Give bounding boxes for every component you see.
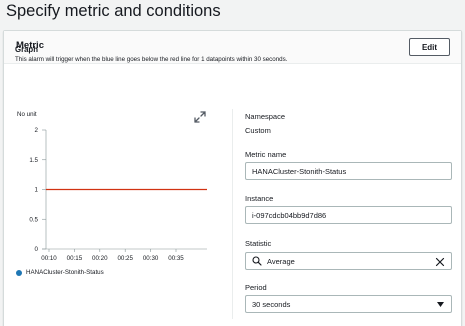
statistic-search-field[interactable]: Average [245, 252, 452, 270]
clear-icon[interactable] [435, 257, 445, 267]
metric-name-field[interactable]: HANACluster-Stonith-Status [245, 162, 452, 180]
graph-title: Graph [15, 45, 38, 54]
period-select[interactable]: 30 seconds [245, 295, 452, 313]
metric-name-value: HANACluster-Stonith-Status [252, 166, 347, 176]
instance-label: Instance [245, 194, 274, 203]
namespace-label: Namespace [245, 112, 286, 121]
instance-value: i-097cdcb04bb9d7d86 [252, 210, 327, 220]
statistic-value: Average [267, 256, 295, 266]
x-tick-label: 00:10 [41, 255, 57, 262]
y-tick-label: 1 [35, 187, 39, 194]
metric-chart: 2 1.5 1 0.5 000:10 00:15 00:20 00:25 00:30 00:35 [29, 127, 207, 262]
legend-swatch [16, 269, 22, 276]
x-tick-label: 00:35 [168, 255, 184, 262]
y-tick-label: 0.5 [29, 216, 38, 223]
period-value: 30 seconds [252, 299, 291, 309]
edit-button[interactable]: Edit [409, 38, 450, 56]
instance-field[interactable]: i-097cdcb04bb9d7d86 [245, 206, 452, 224]
x-tick-label: 00:20 [92, 255, 108, 262]
statistic-label: Statistic [245, 239, 272, 248]
namespace-value: Custom [245, 126, 271, 135]
period-label: Period [245, 283, 267, 292]
search-icon [252, 256, 262, 266]
metric-name-label: Metric name [245, 150, 287, 159]
column-divider [232, 109, 233, 319]
x-tick-label: 00:15 [67, 255, 83, 262]
y-axis-unit-label: No unit [17, 111, 37, 118]
y-tick-label: 2 [35, 127, 39, 134]
caret-down-icon [437, 302, 444, 307]
legend-label: HANACluster-Stonith-Status [26, 269, 104, 276]
x-tick-label: 00:30 [143, 255, 159, 262]
y-tick-label: 0 [35, 246, 39, 253]
page-title: Specify metric and conditions [6, 2, 221, 20]
x-tick-label: 00:25 [117, 255, 133, 262]
y-tick-label: 1.5 [29, 157, 38, 164]
chart-legend: HANACluster-Stonith-Status [16, 269, 104, 276]
graph-description: This alarm will trigger when the blue li… [15, 56, 288, 63]
